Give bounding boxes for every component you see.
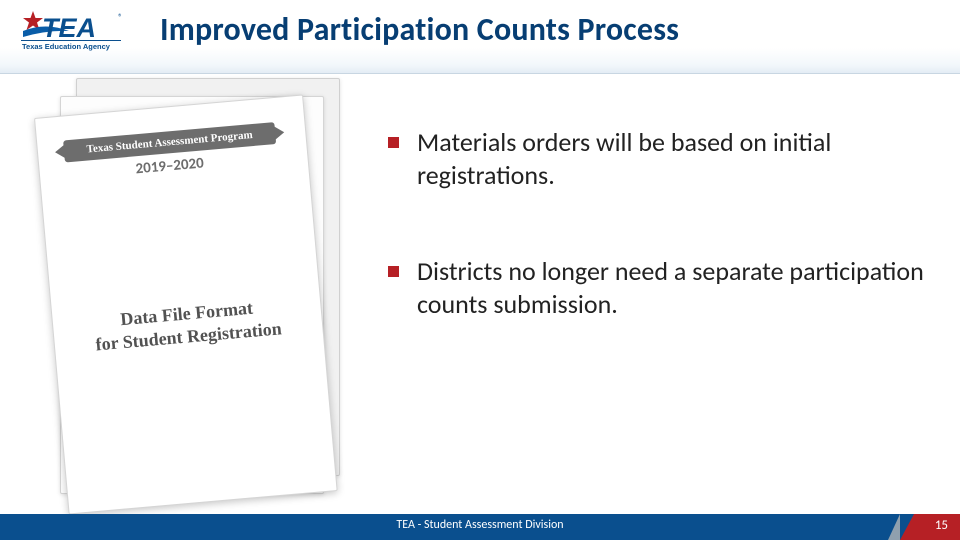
svg-text:Texas Education Agency: Texas Education Agency (22, 42, 111, 51)
bullet-list: Materials orders will be based on initia… (388, 126, 940, 383)
bullet-icon (388, 137, 399, 148)
page-number-wrap: 15 (880, 514, 960, 540)
page-front: Texas Student Assessment Program 2019–20… (34, 94, 338, 514)
svg-text:TEA: TEA (42, 13, 96, 43)
document-illustration: Texas Student Assessment Program 2019–20… (30, 78, 350, 492)
footer-bar: TEA - Student Assessment Division 15 (0, 514, 960, 540)
footer-text: TEA - Student Assessment Division (0, 518, 960, 532)
page-number: 15 (935, 518, 948, 533)
bullet-icon (388, 266, 399, 277)
tea-logo: TEA ® Texas Education Agency (18, 8, 128, 63)
svg-text:®: ® (118, 12, 123, 23)
slide-title: Improved Participation Counts Process (160, 10, 679, 49)
doc-title: Data File Format for Student Registratio… (76, 293, 299, 357)
list-item: Materials orders will be based on initia… (388, 126, 940, 193)
bullet-text: Materials orders will be based on initia… (417, 126, 940, 193)
footer-accent-gray (888, 514, 900, 540)
header-bar: TEA ® Texas Education Agency Improved Pa… (0, 0, 960, 74)
footer-accent-diag (900, 514, 914, 540)
bullet-text: Districts no longer need a separate part… (417, 255, 940, 322)
list-item: Districts no longer need a separate part… (388, 255, 940, 322)
